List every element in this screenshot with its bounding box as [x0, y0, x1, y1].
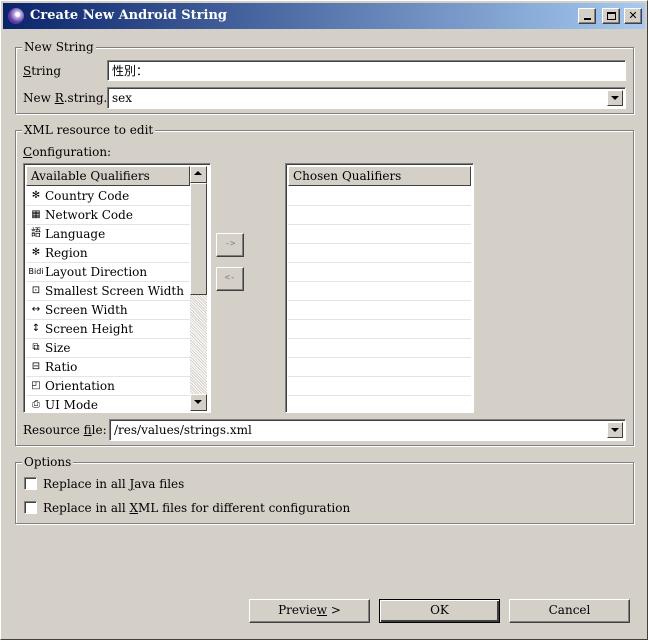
preview-button[interactable]: Preview >: [249, 599, 370, 623]
qualifier-row[interactable]: ✻ Region: [26, 244, 190, 263]
eclipse-icon: [8, 8, 24, 24]
qualifier-label: UI Mode: [45, 398, 98, 412]
chosen-empty-row: [288, 358, 471, 377]
qualifier-row[interactable]: Bidi Layout Direction: [26, 263, 190, 282]
chosen-empty-row: [288, 377, 471, 396]
qualifier-row[interactable]: ⎙ UI Mode: [26, 396, 190, 412]
screen-width-icon: ↔: [31, 304, 41, 315]
qualifier-row[interactable]: ⧉ Size: [26, 339, 190, 358]
chosen-qualifiers-list[interactable]: Chosen Qualifiers: [285, 163, 474, 413]
available-qualifiers-header[interactable]: Available Qualifiers: [26, 166, 190, 186]
options-group-title: Options: [22, 454, 74, 470]
chosen-empty-row: [288, 301, 471, 320]
new-string-group-title: New String: [22, 39, 96, 55]
available-scrollbar[interactable]: [190, 166, 207, 411]
qualifier-label: Ratio: [45, 360, 78, 374]
chosen-empty-row: [288, 263, 471, 282]
string-input-value: 性別：: [112, 64, 149, 78]
chosen-empty-row: [288, 282, 471, 301]
close-icon: ✕: [628, 9, 638, 22]
configuration-label: Configuration:: [23, 145, 112, 159]
size-icon: ⧉: [32, 342, 40, 353]
maximize-icon: [607, 12, 616, 20]
qualifier-label: Orientation: [45, 379, 115, 393]
replace-xml-checkbox[interactable]: [24, 501, 37, 514]
qualifier-label: Region: [45, 246, 88, 260]
cancel-button[interactable]: Cancel: [509, 599, 630, 623]
window-title: Create New Android String: [30, 8, 227, 23]
string-input[interactable]: 性別：: [107, 60, 626, 81]
ok-button[interactable]: OK: [379, 599, 500, 623]
chosen-empty-row: [288, 320, 471, 339]
title-bar[interactable]: Create New Android String ✕: [3, 3, 645, 29]
resource-file-label: Resource file:: [23, 423, 107, 437]
qualifier-label: Language: [45, 227, 106, 241]
chosen-empty-row: [288, 187, 471, 206]
rstring-label: New R.string.: [23, 91, 108, 105]
network-code-icon: ▦: [31, 209, 41, 220]
qualifier-label: Network Code: [45, 208, 133, 222]
remove-qualifier-button[interactable]: <-: [216, 267, 244, 291]
qualifier-row[interactable]: ⊡ Smallest Screen Width: [26, 282, 190, 301]
qualifier-row[interactable]: ◰ Orientation: [26, 377, 190, 396]
rstring-combo-value: sex: [112, 91, 133, 105]
minimize-icon: [584, 18, 591, 20]
region-icon: ✻: [31, 247, 41, 258]
screen-height-icon: ↕: [31, 323, 41, 334]
rstring-combo[interactable]: sex: [107, 87, 626, 109]
chosen-qualifiers-header[interactable]: Chosen Qualifiers: [288, 166, 471, 186]
scroll-down-icon[interactable]: [190, 394, 207, 411]
chosen-empty-row: [288, 244, 471, 263]
resource-file-value: /res/values/strings.xml: [114, 423, 252, 437]
ui-mode-icon: ⎙: [32, 399, 40, 410]
minimize-button[interactable]: [578, 8, 596, 24]
qualifier-label: Size: [45, 341, 71, 355]
scroll-up-icon[interactable]: [190, 166, 207, 183]
chosen-empty-row: [288, 396, 471, 412]
close-button[interactable]: ✕: [624, 8, 642, 24]
qualifier-row[interactable]: ⊟ Ratio: [26, 358, 190, 377]
qualifier-row[interactable]: 語 Language: [26, 225, 190, 244]
replace-xml-label[interactable]: Replace in all XML files for different c…: [43, 500, 350, 516]
chosen-empty-row: [288, 206, 471, 225]
add-qualifier-button[interactable]: ->: [216, 233, 244, 257]
qualifier-label: Screen Width: [45, 303, 128, 317]
qualifier-row[interactable]: ▦ Network Code: [26, 206, 190, 225]
qualifier-row[interactable]: ↕ Screen Height: [26, 320, 190, 339]
available-qualifiers-list[interactable]: Available Qualifiers ✻ Country Code ▦ Netwo…: [23, 163, 211, 413]
dialog-window: Create New Android String ✕ New String S…: [0, 0, 648, 640]
string-label: String: [23, 64, 62, 78]
chosen-empty-row: [288, 339, 471, 358]
qualifier-label: Layout Direction: [45, 265, 148, 279]
chosen-empty-row: [288, 225, 471, 244]
layout-direction-icon: Bidi: [28, 267, 44, 276]
language-icon: 語: [31, 228, 41, 239]
qualifier-label: Screen Height: [45, 322, 134, 336]
rstring-dropdown-icon[interactable]: [607, 90, 623, 106]
qualifier-row[interactable]: ↔ Screen Width: [26, 301, 190, 320]
ratio-icon: ⊟: [31, 361, 41, 372]
qualifier-row[interactable]: ✻ Country Code: [26, 187, 190, 206]
maximize-button[interactable]: [602, 8, 620, 24]
orientation-icon: ◰: [31, 380, 41, 391]
xml-resource-group-title: XML resource to edit: [22, 122, 156, 138]
qualifier-label: Smallest Screen Width: [45, 284, 184, 298]
country-code-icon: ✻: [31, 190, 41, 201]
resource-file-combo[interactable]: /res/values/strings.xml: [109, 419, 626, 441]
replace-java-label[interactable]: Replace in all Java files: [43, 476, 184, 492]
resource-file-dropdown-icon[interactable]: [607, 422, 623, 438]
scroll-thumb[interactable]: [190, 183, 207, 295]
qualifier-label: Country Code: [45, 189, 130, 203]
smallest-screen-width-icon: ⊡: [31, 285, 41, 296]
replace-java-checkbox[interactable]: [24, 477, 37, 490]
